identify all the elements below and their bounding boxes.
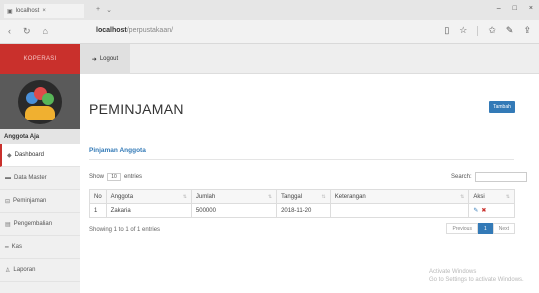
sort-icon: ⇅	[505, 193, 510, 200]
browser-tab-bar: ▣ localhost × + ⌄ – □ ×	[0, 0, 539, 20]
data-table: No Anggota ⇅ Jumlah ⇅ Tanggal ⇅ Keterangan ⇅…	[89, 189, 515, 218]
entries-select[interactable]: 10	[107, 173, 122, 181]
logout-button[interactable]: ➜ Logout	[80, 44, 130, 74]
sidebar-item-label: Dashboard	[14, 152, 44, 158]
home-icon[interactable]: ⌂	[43, 26, 48, 37]
column-header-no[interactable]: No	[89, 189, 107, 204]
panel-divider	[89, 159, 514, 160]
tab-close-icon[interactable]: ×	[42, 8, 46, 14]
browser-actions: ▯ ☆ ✩ ✎ ⇪	[444, 25, 531, 36]
sort-icon: ⇅	[321, 193, 326, 200]
sidebar-user-label: Anggota Aja	[0, 129, 80, 144]
panel-title: Pinjaman Anggota	[89, 147, 146, 154]
minimize-icon[interactable]: –	[497, 5, 501, 12]
show-label: Show	[89, 174, 105, 180]
search-control: Search:	[451, 172, 527, 182]
sidebar-item-laporan[interactable]: ♙ Laporan	[0, 259, 80, 282]
cell-aksi: ✎ ✖	[468, 203, 515, 218]
sidebar-item-label: Laporan	[13, 267, 36, 273]
cell-keterangan	[329, 203, 470, 218]
pagination-next[interactable]: Next	[492, 223, 515, 234]
favorites-hub-icon[interactable]: ✩	[488, 25, 496, 36]
entries-label: entries	[124, 174, 143, 180]
entries-length-control: Show 10 entries	[89, 173, 142, 181]
sidebar-item-label: Kas	[11, 244, 22, 250]
maximize-icon[interactable]: □	[513, 5, 517, 12]
search-label: Search:	[451, 174, 472, 180]
logout-label: Logout	[99, 56, 119, 62]
sidebar-item-label: Data Master	[14, 175, 47, 181]
logout-icon: ➜	[91, 56, 97, 63]
delete-icon[interactable]: ✖	[481, 208, 486, 214]
pagination-page-1[interactable]: 1	[477, 223, 493, 234]
back-icon[interactable]: ‹	[8, 26, 11, 37]
cell-anggota: Zakaria	[105, 203, 192, 218]
new-tab-icon[interactable]: +	[96, 6, 100, 14]
sort-icon: ⇅	[182, 193, 187, 200]
sidebar: KOPERASI Anggota Aja ◆ Dashboard ▬ Data …	[0, 44, 80, 293]
url-path: /perpustakaan/	[126, 27, 174, 34]
brand-logo[interactable]: KOPERASI	[0, 44, 80, 74]
browser-address-bar: ‹ ↻ ⌂ localhost/perpustakaan/ ▯ ☆ ✩ ✎ ⇪	[0, 20, 539, 44]
table-info: Showing 1 to 1 of 1 entries	[89, 227, 161, 233]
pagination-previous[interactable]: Previous	[446, 223, 478, 234]
sidebar-item-label: Peminjaman	[13, 198, 47, 204]
sidebar-item-label: Pengembalian	[13, 221, 53, 227]
table-row: 1 Zakaria 500000 2018-11-20 ✎ ✖	[89, 203, 515, 218]
url-host: localhost	[96, 27, 127, 34]
watermark-line-1: Activate Windows	[429, 269, 477, 275]
sidebar-item-peminjaman[interactable]: ⊟ Peminjaman	[0, 190, 80, 213]
main-content: PEMINJAMAN Tambah Pinjaman Anggota Show …	[80, 75, 539, 293]
sidebar-item-pengembalian[interactable]: ▤ Pengembalian	[0, 213, 80, 236]
table-header-row: No Anggota ⇅ Jumlah ⇅ Tanggal ⇅ Keterangan ⇅…	[89, 189, 515, 204]
data-icon: ▬	[5, 175, 11, 181]
new-tab-controls: + ⌄	[96, 6, 112, 14]
list-icon: ━	[5, 244, 9, 251]
refresh-icon[interactable]: ↻	[23, 26, 31, 37]
page-title: PEMINJAMAN	[89, 101, 184, 117]
browser-tab[interactable]: ▣ localhost ×	[4, 4, 84, 18]
notes-pen-icon[interactable]: ✎	[506, 25, 514, 36]
loan-icon: ⊟	[5, 198, 11, 205]
add-button[interactable]: Tambah	[489, 101, 515, 113]
column-header-keterangan[interactable]: Keterangan ⇅	[329, 189, 470, 204]
cell-jumlah: 500000	[190, 203, 278, 218]
avatar-area	[0, 74, 80, 129]
toolbar-divider	[477, 25, 479, 36]
favorite-star-icon[interactable]: ☆	[459, 25, 467, 36]
dashboard-icon: ◆	[7, 152, 12, 159]
url-field[interactable]: localhost/perpustakaan/	[96, 27, 173, 34]
sort-icon: ⇅	[267, 193, 273, 200]
tab-list-icon[interactable]: ⌄	[106, 6, 112, 14]
return-icon: ▤	[5, 221, 11, 228]
nav-buttons: ‹ ↻ ⌂	[8, 26, 48, 37]
sidebar-item-kas[interactable]: ━ Kas	[0, 236, 80, 259]
column-header-tanggal[interactable]: Tanggal ⇅	[276, 189, 331, 204]
column-header-aksi[interactable]: Aksi ⇅	[468, 189, 515, 204]
search-input[interactable]	[474, 172, 527, 182]
edit-icon[interactable]: ✎	[473, 208, 478, 214]
cell-tanggal: 2018-11-20	[276, 203, 331, 218]
user-group-avatar	[18, 79, 62, 124]
window-controls: – □ ×	[497, 5, 533, 12]
reading-view-icon[interactable]: ▯	[444, 25, 449, 36]
activate-windows-watermark: Activate Windows Go to Settings to activ…	[429, 268, 524, 284]
sort-icon: ⇅	[460, 193, 465, 200]
share-icon[interactable]: ⇪	[523, 25, 531, 36]
user-icon: ♙	[5, 267, 11, 274]
sidebar-item-dashboard[interactable]: ◆ Dashboard	[0, 144, 80, 167]
tab-title: localhost	[15, 8, 40, 14]
pagination: Previous 1 Next	[446, 223, 515, 234]
watermark-line-2: Go to Settings to activate Windows.	[429, 277, 524, 283]
close-window-icon[interactable]: ×	[529, 5, 533, 12]
cell-no: 1	[89, 203, 107, 218]
column-header-jumlah[interactable]: Jumlah ⇅	[190, 189, 278, 204]
sidebar-item-data-master[interactable]: ▬ Data Master	[0, 167, 80, 190]
top-navbar: ➜ Logout	[80, 44, 539, 74]
tab-favicon-icon: ▣	[7, 8, 13, 15]
column-header-anggota[interactable]: Anggota ⇅	[105, 189, 192, 204]
